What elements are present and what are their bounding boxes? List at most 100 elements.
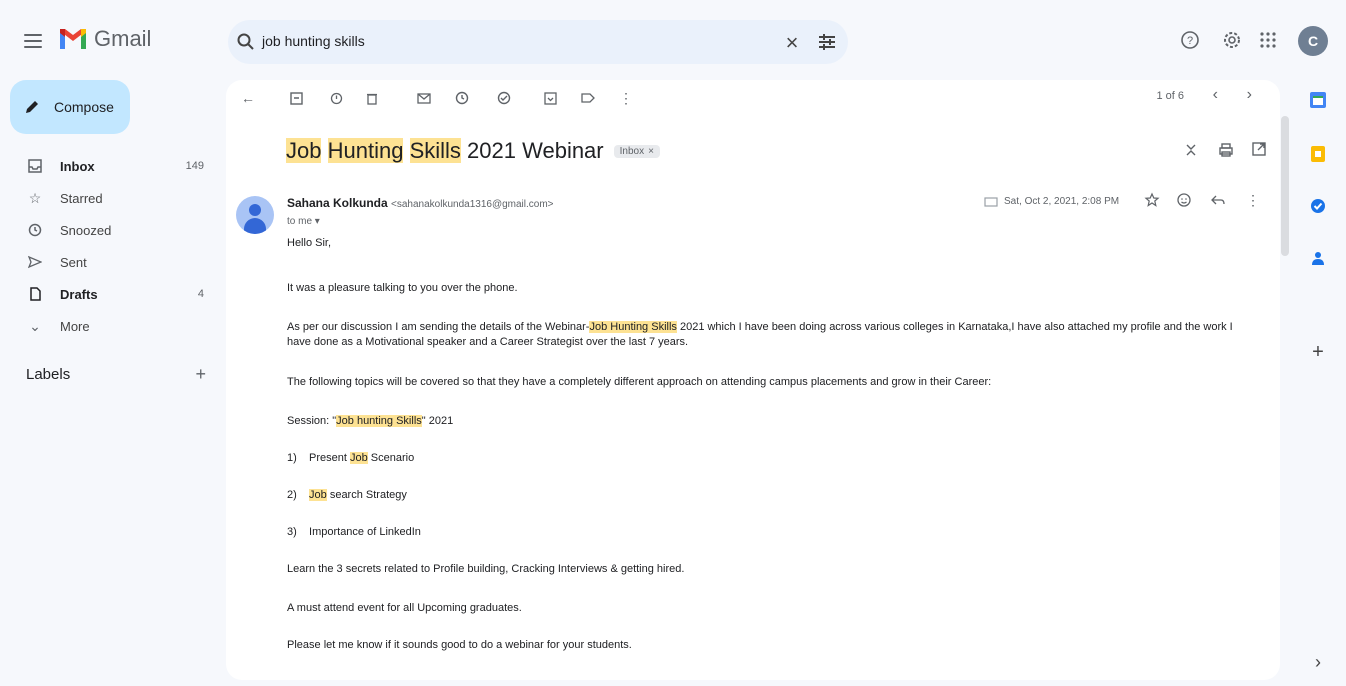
labels-header: Labels + [26, 364, 206, 385]
session-line: Session: "Job hunting Skills" 2021 [287, 414, 1267, 429]
sender-email: <sahanakolkunda1316@gmail.com> [391, 199, 554, 210]
delete-trash-icon[interactable] [362, 88, 382, 108]
text-span: Importance of LinkedIn [309, 526, 421, 538]
email-greeting: Hello Sir, [287, 237, 332, 249]
snooze-clock-icon[interactable] [452, 88, 472, 108]
text-span: search Strategy [326, 489, 407, 501]
gmail-wordmark: Gmail [94, 26, 152, 51]
list-item: 2) Job search Strategy [287, 488, 1267, 503]
sidebar-item-label: Inbox [60, 158, 95, 174]
attachment-icon [984, 196, 998, 207]
reply-icon[interactable] [1210, 192, 1226, 213]
sender-line: Sahana Kolkunda <sahanakolkunda1316@gmai… [287, 196, 554, 210]
sidebar-item-label: Drafts [60, 286, 98, 302]
archive-icon[interactable] [286, 88, 306, 108]
chevron-down-icon[interactable]: ▾ [315, 216, 320, 227]
subject-text: Job Hunting Skills 2021 Webinar [286, 138, 604, 164]
apps-grid-icon[interactable] [1254, 26, 1282, 54]
text-span: Session: " [287, 415, 337, 427]
chip-label: Inbox [619, 145, 645, 157]
calendar-icon[interactable] [1306, 88, 1330, 112]
report-spam-icon[interactable] [326, 88, 346, 108]
star-icon[interactable] [1144, 192, 1160, 213]
more-vert-icon[interactable]: ⋮ [616, 88, 636, 108]
sender-avatar[interactable] [236, 196, 274, 234]
back-arrow-icon[interactable]: ← [238, 88, 258, 108]
list-item: 1) Present Job Scenario [287, 451, 1267, 466]
help-icon[interactable]: ? [1176, 26, 1204, 54]
contacts-icon[interactable] [1306, 246, 1330, 270]
more-vert-icon[interactable]: ⋮ [1246, 192, 1260, 210]
unread-count: 149 [185, 160, 204, 172]
open-new-window-icon[interactable] [1252, 142, 1266, 161]
compose-button[interactable]: Compose [10, 80, 130, 134]
search-highlight: Job Hunting Skills [589, 321, 677, 333]
expand-all-icon[interactable] [1184, 142, 1198, 163]
side-panel: + › [1296, 80, 1346, 686]
main-menu-button[interactable] [22, 30, 44, 52]
email-date: Sat, Oct 2, 2021, 2:08 PM [984, 196, 1119, 207]
clear-search-icon[interactable]: × [780, 30, 804, 56]
emoji-react-icon[interactable] [1176, 192, 1192, 213]
subject-rest: 2021 Webinar [467, 138, 604, 163]
draft-file-icon [26, 285, 44, 303]
add-task-icon[interactable] [494, 88, 514, 108]
text-span: 2021 which I have been doing across vari… [676, 321, 1233, 333]
email-paragraph: Please let me know if it sounds good to … [287, 639, 632, 651]
sidebar-item-sent[interactable]: Sent [0, 246, 216, 278]
gmail-m-icon [60, 29, 86, 49]
send-icon [26, 253, 44, 271]
clock-icon [26, 221, 44, 239]
sidebar-item-label: Starred [60, 190, 103, 206]
remove-label-icon[interactable]: × [648, 146, 654, 157]
search-highlight: Job [349, 452, 368, 464]
move-to-icon[interactable] [540, 88, 560, 108]
expand-panel-chevron-icon[interactable]: › [1306, 650, 1330, 674]
add-addon-icon[interactable]: + [1306, 340, 1330, 364]
scrollbar-thumb[interactable] [1281, 116, 1289, 256]
search-bar[interactable]: job hunting skills × [228, 20, 848, 64]
text-span: As per our discussion I am sending the d… [287, 321, 590, 333]
list-number: 2) [287, 489, 297, 501]
text-span: have done as a Motivational speaker and … [287, 336, 689, 348]
email-paragraph: It was a pleasure talking to you over th… [287, 282, 518, 294]
email-subject: Job Hunting Skills 2021 Webinar Inbox × [286, 138, 660, 164]
search-highlight: Job hunting Skills [336, 415, 422, 427]
sidebar-item-snoozed[interactable]: Snoozed [0, 214, 216, 246]
inbox-label-chip[interactable]: Inbox × [613, 144, 660, 158]
search-icon[interactable] [236, 32, 256, 52]
text-span: Scenario [367, 452, 415, 464]
add-label-button[interactable]: + [195, 364, 206, 385]
subject-highlight: Hunting [327, 138, 404, 163]
svg-text:?: ? [1187, 35, 1193, 47]
sidebar-item-more[interactable]: ⌄ More [0, 310, 216, 342]
label-tag-icon[interactable] [578, 88, 598, 108]
list-number: 3) [287, 526, 297, 538]
account-avatar[interactable]: C [1298, 26, 1328, 56]
sidebar-item-inbox[interactable]: Inbox 149 [0, 150, 216, 182]
list-number: 1) [287, 452, 297, 464]
sender-name[interactable]: Sahana Kolkunda [287, 196, 388, 210]
mark-unread-icon[interactable] [414, 88, 434, 108]
recipient-details[interactable]: to me ▾ [287, 216, 320, 227]
gmail-logo[interactable]: Gmail [58, 26, 151, 52]
search-options-icon[interactable] [816, 31, 838, 53]
labels-title: Labels [26, 366, 71, 383]
sidebar-item-drafts[interactable]: Drafts 4 [0, 278, 216, 310]
top-bar: Gmail job hunting skills × ? C [0, 0, 1346, 80]
sidebar-item-starred[interactable]: ☆ Starred [0, 182, 216, 214]
older-chevron-icon[interactable]: › [1247, 86, 1252, 104]
email-paragraph: A must attend event for all Upcoming gra… [287, 602, 522, 614]
text-span: Present [309, 452, 350, 464]
email-paragraph: As per our discussion I am sending the d… [287, 320, 1267, 350]
newer-chevron-icon[interactable]: ‹ [1213, 86, 1218, 104]
keep-notes-icon[interactable] [1306, 142, 1330, 166]
recipient-text: to me [287, 216, 313, 227]
settings-gear-icon[interactable] [1218, 26, 1246, 54]
sidebar-item-label: More [60, 318, 90, 334]
search-input[interactable]: job hunting skills [262, 33, 365, 49]
compose-label: Compose [54, 99, 114, 115]
text-span: " 2021 [421, 415, 454, 427]
print-icon[interactable] [1218, 142, 1234, 163]
tasks-icon[interactable] [1306, 194, 1330, 218]
